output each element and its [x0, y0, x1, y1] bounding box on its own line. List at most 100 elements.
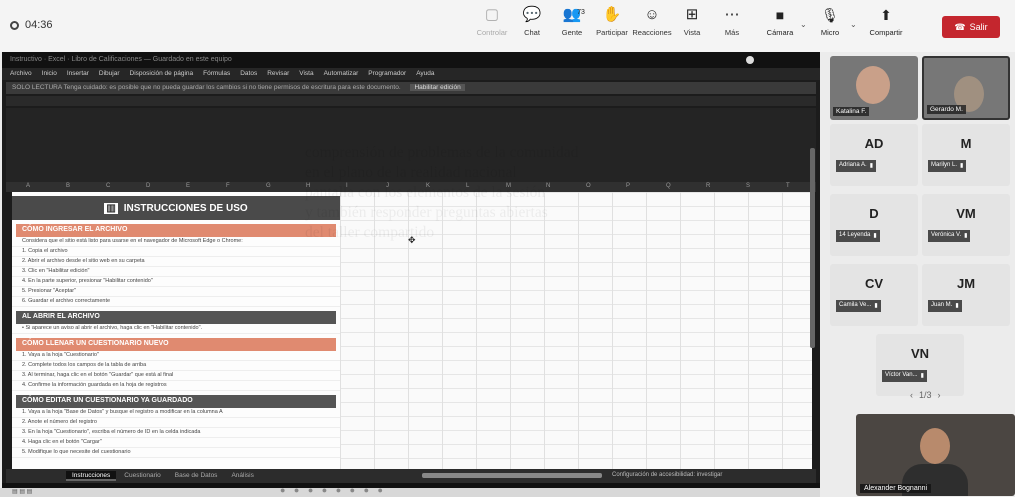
- excel-menu-bar: Archivo Inicio Insertar Dibujar Disposición …: [2, 68, 820, 80]
- menu-item[interactable]: Revisar: [267, 70, 289, 78]
- column-header[interactable]: G: [266, 183, 271, 189]
- share-screen-icon: ▢: [484, 6, 500, 23]
- menu-item[interactable]: Dibujar: [99, 70, 120, 78]
- participant-tile[interactable]: JM Juan M. ▮: [922, 264, 1010, 326]
- chat-button[interactable]: 💬 Chat: [512, 6, 552, 37]
- view-icon: ⊞: [685, 6, 699, 23]
- bottom-label: ▤ ▤ ▤: [12, 489, 33, 495]
- bottom-strip: ▤ ▤ ▤ ● ● ● ● ● ● ● ●: [0, 485, 820, 497]
- accessibility-status: Configuración de accesibilidad: investig…: [612, 472, 723, 478]
- column-header[interactable]: A: [26, 183, 30, 189]
- section-header: CÓMO INGRESAR EL ARCHIVO: [16, 224, 336, 237]
- menu-item[interactable]: Archivo: [10, 70, 32, 78]
- mic-muted-icon: ▮: [874, 303, 878, 309]
- timer-text: 04:36: [25, 19, 53, 31]
- menu-item[interactable]: Ayuda: [416, 70, 434, 78]
- instruction-line: 4. En la parte superior, presionar "Habi…: [12, 277, 340, 287]
- participant-name-badge: Adriana A. ▮: [836, 160, 876, 172]
- faint-caption-overlay: comprensión de problemas de la comunidad…: [305, 143, 825, 293]
- menu-item[interactable]: Vista: [299, 70, 313, 78]
- next-page-icon[interactable]: ›: [938, 390, 941, 400]
- participant-tile[interactable]: M Marilyn L. ▮: [922, 124, 1010, 186]
- controlar-button[interactable]: ▢ Controlar: [472, 6, 512, 37]
- más-button[interactable]: ⋯ Más: [712, 6, 752, 37]
- window-title-bar: Instructivo · Excel · Libro de Calificac…: [2, 52, 820, 68]
- column-header[interactable]: C: [106, 183, 110, 189]
- profile-icon[interactable]: [746, 56, 754, 64]
- menu-item[interactable]: Disposición de página: [130, 70, 194, 78]
- menu-item[interactable]: Inicio: [42, 70, 57, 78]
- participant-initials: VM: [956, 206, 976, 221]
- column-header[interactable]: F: [226, 183, 230, 189]
- self-view-video[interactable]: Alexander Bognanni: [856, 414, 1015, 496]
- more-icon: ⋯: [724, 6, 740, 23]
- participant-tile[interactable]: VM Verónica V. ▮: [922, 194, 1010, 256]
- prev-page-icon[interactable]: ‹: [910, 390, 913, 400]
- menu-item[interactable]: Insertar: [67, 70, 89, 78]
- participant-name-badge: Verónica V. ▮: [928, 230, 971, 242]
- participant-name-badge: Marilyn L. ▮: [928, 160, 967, 172]
- mic-muted-icon: 🎙: [821, 7, 839, 23]
- menu-item[interactable]: Fórmulas: [203, 70, 230, 78]
- horizontal-scrollbar[interactable]: [422, 473, 602, 478]
- instruction-line: 5. Modifique lo que necesite del cuestio…: [12, 448, 340, 458]
- instruction-line: 4. Confirme la información guardada en l…: [12, 381, 340, 391]
- leave-button[interactable]: ☎ Salir: [942, 16, 1000, 38]
- reacciones-button[interactable]: ☺ Reacciones: [632, 6, 672, 37]
- participant-gallery: Katalina F. Gerardo M. AD Adriana A. ▮ M Mar…: [826, 52, 1015, 497]
- participant-video[interactable]: Katalina F.: [830, 56, 918, 120]
- mic-options-chevron-icon[interactable]: ⌄: [850, 20, 860, 29]
- vista-button[interactable]: ⊞ Vista: [672, 6, 712, 37]
- instruction-line: • Si aparece un aviso al abrir el archiv…: [12, 324, 340, 334]
- reactions-icon: ☺: [644, 6, 660, 23]
- instruction-line: 5. Presionar "Aceptar": [12, 287, 340, 297]
- read-only-notice: SOLO LECTURA Tenga cuidado: es posible q…: [6, 82, 816, 94]
- column-header[interactable]: D: [146, 183, 150, 189]
- share-button[interactable]: ⬆ Compartir: [860, 6, 912, 37]
- enable-editing-button[interactable]: Habilitar edición: [410, 84, 465, 91]
- sheet-tab[interactable]: Instrucciones: [66, 471, 117, 481]
- bottom-dots: ● ● ● ● ● ● ● ●: [280, 485, 386, 495]
- instruction-line: Considera que el sitio está listo para u…: [12, 237, 340, 247]
- mic-muted-icon: ▮: [920, 373, 924, 379]
- participant-tile[interactable]: D 14 Leyenda ▮: [830, 194, 918, 256]
- participant-video[interactable]: Gerardo M.: [922, 56, 1010, 120]
- column-header[interactable]: E: [186, 183, 190, 189]
- sheet-tab[interactable]: Cuestionario: [118, 471, 167, 481]
- menu-item[interactable]: Datos: [240, 70, 257, 78]
- instruction-line: 3. Al terminar, haga clic en el botón "G…: [12, 371, 340, 381]
- participant-face: [920, 428, 950, 464]
- camera-options-chevron-icon[interactable]: ⌄: [800, 20, 810, 29]
- instruction-line: 1. Vaya a la hoja "Base de Datos" y busq…: [12, 408, 340, 418]
- participar-button[interactable]: ✋ Participar: [592, 6, 632, 37]
- instructions-panel: ▥ INSTRUCCIONES DE USO CÓMO INGRESAR EL …: [12, 192, 340, 469]
- participant-tile[interactable]: CV Camila Ve... ▮: [830, 264, 918, 326]
- participant-name-badge: Camila Ve... ▮: [836, 300, 881, 312]
- participant-initials: M: [960, 136, 972, 151]
- people-count: 73: [577, 9, 585, 16]
- participant-tile[interactable]: VN Víctor Van... ▮: [876, 334, 964, 396]
- mic-muted-icon: ▮: [869, 163, 873, 169]
- mic-muted-icon: ▮: [964, 233, 968, 239]
- instruction-line: 4. Haga clic en el botón "Cargar": [12, 438, 340, 448]
- camera-button[interactable]: ■ Cámara: [760, 6, 800, 37]
- instruction-line: 3. Clic en "Habilitar edición": [12, 267, 340, 277]
- gente-button[interactable]: 👥 73 Gente: [552, 6, 592, 37]
- participant-name-badge: 14 Leyenda ▮: [836, 230, 880, 242]
- sheet-tab[interactable]: Base de Datos: [169, 471, 224, 481]
- participant-name-badge: Víctor Van... ▮: [882, 370, 927, 382]
- section-header: CÓMO LLENAR UN CUESTIONARIO NUEVO: [16, 338, 336, 351]
- menu-item[interactable]: Programador: [368, 70, 406, 78]
- menu-item[interactable]: Automatizar: [324, 70, 359, 78]
- participant-tile[interactable]: AD Adriana A. ▮: [830, 124, 918, 186]
- instructions-title: ▥ INSTRUCCIONES DE USO: [12, 196, 340, 220]
- mic-button[interactable]: 🎙 Micro: [810, 6, 850, 37]
- column-header[interactable]: B: [66, 183, 70, 189]
- instruction-line: 6. Guardar el archivo correctamente: [12, 297, 340, 307]
- instruction-line: 1. Vaya a la hoja "Cuestionario": [12, 351, 340, 361]
- caption-line: y también responder preguntas abiertas: [305, 204, 548, 221]
- sheet-tab[interactable]: Análisis: [225, 471, 259, 481]
- participant-initials: CV: [864, 276, 884, 291]
- formula-bar[interactable]: [6, 96, 816, 106]
- participant-initials: JM: [956, 276, 976, 291]
